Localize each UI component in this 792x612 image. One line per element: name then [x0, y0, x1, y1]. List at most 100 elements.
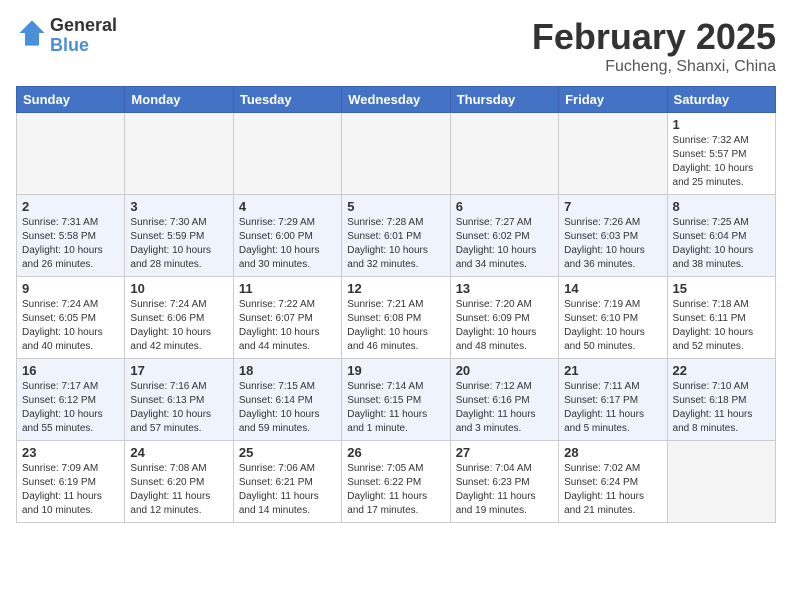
day-number: 3 — [130, 199, 227, 214]
logo-line2: Blue — [50, 36, 117, 56]
day-number: 28 — [564, 445, 661, 460]
logo-line1: General — [50, 16, 117, 36]
day-number: 18 — [239, 363, 336, 378]
day-number: 17 — [130, 363, 227, 378]
calendar-cell: 26 Sunrise: 7:05 AM Sunset: 6:22 PM Dayli… — [342, 441, 450, 523]
day-number: 2 — [22, 199, 119, 214]
column-header-thursday: Thursday — [450, 87, 558, 113]
calendar-cell: 7 Sunrise: 7:26 AM Sunset: 6:03 PM Daylig… — [559, 195, 667, 277]
day-number: 14 — [564, 281, 661, 296]
calendar-cell: 13Sunrise: 7:20 AM Sunset: 6:09 PM Dayli… — [450, 277, 558, 359]
day-info: Sunrise: 7:15 AM Sunset: 6:14 PM Dayligh… — [239, 380, 336, 436]
calendar-cell: 20 Sunrise: 7:12 AM Sunset: 6:16 PM Dayli… — [450, 359, 558, 441]
day-info: Sunrise: 7:28 AM Sunset: 6:01 PM Dayligh… — [347, 216, 444, 272]
day-info: Sunrise: 7:11 AM Sunset: 6:17 PM Dayligh… — [564, 380, 661, 436]
day-number: 24 — [130, 445, 227, 460]
day-number: 12 — [347, 281, 444, 296]
day-number: 27 — [456, 445, 553, 460]
day-number: 6 — [456, 199, 553, 214]
column-header-wednesday: Wednesday — [342, 87, 450, 113]
calendar-title: February 2025 — [532, 16, 776, 58]
logo: General Blue — [16, 16, 117, 56]
calendar-cell: 12 Sunrise: 7:21 AM Sunset: 6:08 PM Dayli… — [342, 277, 450, 359]
day-info: Sunrise: 7:22 AM Sunset: 6:07 PM Dayligh… — [239, 298, 336, 354]
day-number: 9 — [22, 281, 119, 296]
day-number: 15 — [673, 281, 770, 296]
day-number: 11 — [239, 281, 336, 296]
day-info: Sunrise: 7:08 AM Sunset: 6:20 PM Dayligh… — [130, 462, 227, 518]
day-info: Sunrise: 7:19 AM Sunset: 6:10 PM Dayligh… — [564, 298, 661, 354]
day-info: Sunrise: 7:27 AM Sunset: 6:02 PM Dayligh… — [456, 216, 553, 272]
day-number: 16 — [22, 363, 119, 378]
calendar-week-row: 16Sunrise: 7:17 AM Sunset: 6:12 PM Dayli… — [17, 359, 776, 441]
calendar-cell: 9Sunrise: 7:24 AM Sunset: 6:05 PM Daylig… — [17, 277, 125, 359]
calendar-cell: 17 Sunrise: 7:16 AM Sunset: 6:13 PM Dayli… — [125, 359, 233, 441]
day-info: Sunrise: 7:24 AM Sunset: 6:06 PM Dayligh… — [130, 298, 227, 354]
calendar-cell: 5Sunrise: 7:28 AM Sunset: 6:01 PM Daylig… — [342, 195, 450, 277]
day-number: 1 — [673, 117, 770, 132]
calendar-cell: 11 Sunrise: 7:22 AM Sunset: 6:07 PM Dayli… — [233, 277, 341, 359]
day-info: Sunrise: 7:14 AM Sunset: 6:15 PM Dayligh… — [347, 380, 444, 436]
title-section: February 2025 Fucheng, Shanxi, China — [532, 16, 776, 76]
calendar-cell: 21 Sunrise: 7:11 AM Sunset: 6:17 PM Dayli… — [559, 359, 667, 441]
calendar-cell: 4 Sunrise: 7:29 AM Sunset: 6:00 PM Daylig… — [233, 195, 341, 277]
calendar-week-row: 2 Sunrise: 7:31 AM Sunset: 5:58 PM Daylig… — [17, 195, 776, 277]
calendar-cell: 1 Sunrise: 7:32 AM Sunset: 5:57 PM Daylig… — [667, 113, 775, 195]
day-number: 20 — [456, 363, 553, 378]
day-number: 22 — [673, 363, 770, 378]
day-number: 10 — [130, 281, 227, 296]
day-info: Sunrise: 7:12 AM Sunset: 6:16 PM Dayligh… — [456, 380, 553, 436]
day-info: Sunrise: 7:04 AM Sunset: 6:23 PM Dayligh… — [456, 462, 553, 518]
day-number: 19 — [347, 363, 444, 378]
calendar-cell — [450, 113, 558, 195]
day-info: Sunrise: 7:16 AM Sunset: 6:13 PM Dayligh… — [130, 380, 227, 436]
day-info: Sunrise: 7:26 AM Sunset: 6:03 PM Dayligh… — [564, 216, 661, 272]
calendar-cell: 3Sunrise: 7:30 AM Sunset: 5:59 PM Daylig… — [125, 195, 233, 277]
calendar-cell: 18 Sunrise: 7:15 AM Sunset: 6:14 PM Dayli… — [233, 359, 341, 441]
calendar-cell: 19 Sunrise: 7:14 AM Sunset: 6:15 PM Dayli… — [342, 359, 450, 441]
calendar-week-row: 1 Sunrise: 7:32 AM Sunset: 5:57 PM Daylig… — [17, 113, 776, 195]
day-info: Sunrise: 7:31 AM Sunset: 5:58 PM Dayligh… — [22, 216, 119, 272]
day-info: Sunrise: 7:10 AM Sunset: 6:18 PM Dayligh… — [673, 380, 770, 436]
day-info: Sunrise: 7:06 AM Sunset: 6:21 PM Dayligh… — [239, 462, 336, 518]
calendar-cell: 10 Sunrise: 7:24 AM Sunset: 6:06 PM Dayli… — [125, 277, 233, 359]
day-number: 25 — [239, 445, 336, 460]
day-number: 8 — [673, 199, 770, 214]
column-header-tuesday: Tuesday — [233, 87, 341, 113]
day-info: Sunrise: 7:29 AM Sunset: 6:00 PM Dayligh… — [239, 216, 336, 272]
column-header-saturday: Saturday — [667, 87, 775, 113]
calendar-cell — [125, 113, 233, 195]
calendar-week-row: 23 Sunrise: 7:09 AM Sunset: 6:19 PM Dayli… — [17, 441, 776, 523]
day-info: Sunrise: 7:21 AM Sunset: 6:08 PM Dayligh… — [347, 298, 444, 354]
day-number: 21 — [564, 363, 661, 378]
day-info: Sunrise: 7:09 AM Sunset: 6:19 PM Dayligh… — [22, 462, 119, 518]
day-number: 7 — [564, 199, 661, 214]
day-info: Sunrise: 7:05 AM Sunset: 6:22 PM Dayligh… — [347, 462, 444, 518]
calendar-cell: 16Sunrise: 7:17 AM Sunset: 6:12 PM Dayli… — [17, 359, 125, 441]
column-header-friday: Friday — [559, 87, 667, 113]
calendar-cell — [342, 113, 450, 195]
column-header-monday: Monday — [125, 87, 233, 113]
day-info: Sunrise: 7:25 AM Sunset: 6:04 PM Dayligh… — [673, 216, 770, 272]
day-number: 4 — [239, 199, 336, 214]
day-number: 26 — [347, 445, 444, 460]
calendar-subtitle: Fucheng, Shanxi, China — [532, 58, 776, 76]
calendar-week-row: 9Sunrise: 7:24 AM Sunset: 6:05 PM Daylig… — [17, 277, 776, 359]
logo-icon — [18, 19, 46, 47]
day-number: 13 — [456, 281, 553, 296]
calendar-cell: 28 Sunrise: 7:02 AM Sunset: 6:24 PM Dayli… — [559, 441, 667, 523]
day-info: Sunrise: 7:32 AM Sunset: 5:57 PM Dayligh… — [673, 134, 770, 190]
day-info: Sunrise: 7:18 AM Sunset: 6:11 PM Dayligh… — [673, 298, 770, 354]
calendar-cell: 2 Sunrise: 7:31 AM Sunset: 5:58 PM Daylig… — [17, 195, 125, 277]
calendar-cell — [559, 113, 667, 195]
calendar-cell — [17, 113, 125, 195]
day-number: 23 — [22, 445, 119, 460]
day-info: Sunrise: 7:02 AM Sunset: 6:24 PM Dayligh… — [564, 462, 661, 518]
header: General Blue February 2025 Fucheng, Shan… — [16, 16, 776, 76]
calendar-cell — [233, 113, 341, 195]
calendar-cell: 14 Sunrise: 7:19 AM Sunset: 6:10 PM Dayli… — [559, 277, 667, 359]
calendar-cell: 22 Sunrise: 7:10 AM Sunset: 6:18 PM Dayli… — [667, 359, 775, 441]
calendar-cell: 27 Sunrise: 7:04 AM Sunset: 6:23 PM Dayli… — [450, 441, 558, 523]
calendar-cell: 15 Sunrise: 7:18 AM Sunset: 6:11 PM Dayli… — [667, 277, 775, 359]
column-header-sunday: Sunday — [17, 87, 125, 113]
